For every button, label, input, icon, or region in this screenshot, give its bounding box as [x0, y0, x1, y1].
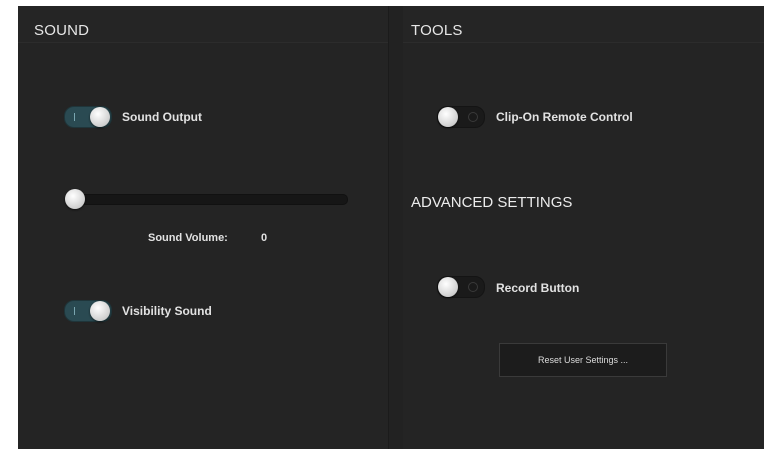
sound-panel: SOUND Sound Output Sound Volume: 0 Visib… [18, 6, 389, 449]
toggle-on-indicator-icon [74, 307, 75, 315]
toggle-off-indicator-icon [468, 112, 478, 122]
tools-panel-header: TOOLS [403, 6, 764, 43]
visibility-sound-toggle[interactable] [64, 300, 112, 322]
sound-volume-slider[interactable] [65, 189, 348, 209]
reset-user-settings-button[interactable]: Reset User Settings ... [499, 343, 667, 377]
record-button-label: Record Button [496, 281, 580, 295]
toggle-knob [438, 107, 458, 127]
toggle-knob [438, 277, 458, 297]
visibility-sound-label: Visibility Sound [122, 304, 212, 318]
sound-volume-label: Sound Volume: [148, 232, 228, 244]
toggle-off-indicator-icon [468, 282, 478, 292]
settings-window: SOUND Sound Output Sound Volume: 0 Visib… [18, 6, 764, 449]
toggle-knob [90, 301, 110, 321]
sound-output-toggle[interactable] [64, 106, 112, 128]
sound-output-label: Sound Output [122, 110, 202, 124]
toggle-on-indicator-icon [74, 113, 75, 121]
tools-header-title: TOOLS [411, 22, 463, 39]
record-button-toggle[interactable] [437, 276, 485, 298]
clip-on-remote-toggle[interactable] [437, 106, 485, 128]
advanced-settings-title: ADVANCED SETTINGS [411, 194, 573, 211]
sound-volume-value: 0 [261, 232, 268, 244]
sound-panel-header: SOUND [18, 6, 388, 43]
sound-header-title: SOUND [34, 22, 90, 39]
toggle-knob [90, 107, 110, 127]
tools-panel: TOOLS Clip-On Remote Control ADVANCED SE… [403, 6, 764, 449]
clip-on-remote-label: Clip-On Remote Control [496, 110, 633, 124]
sound-volume-slider-handle[interactable] [65, 189, 85, 209]
